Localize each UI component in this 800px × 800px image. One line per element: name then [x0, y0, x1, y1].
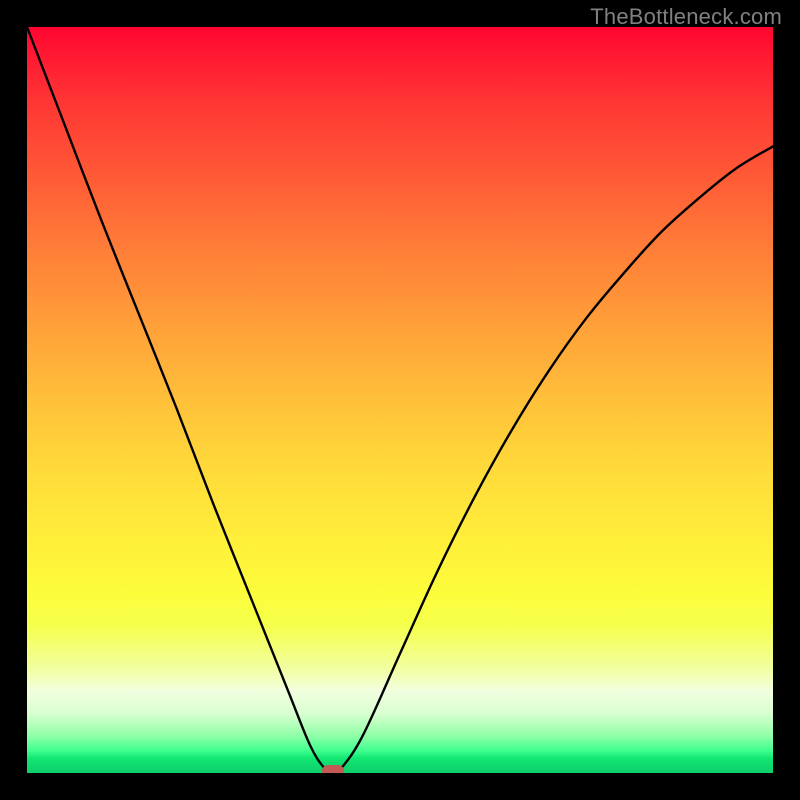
chart-plot-area	[27, 27, 773, 773]
chart-curve-svg	[27, 27, 773, 773]
bottleneck-curve	[27, 27, 773, 773]
watermark-text: TheBottleneck.com	[590, 4, 782, 30]
optimum-marker	[322, 765, 344, 773]
